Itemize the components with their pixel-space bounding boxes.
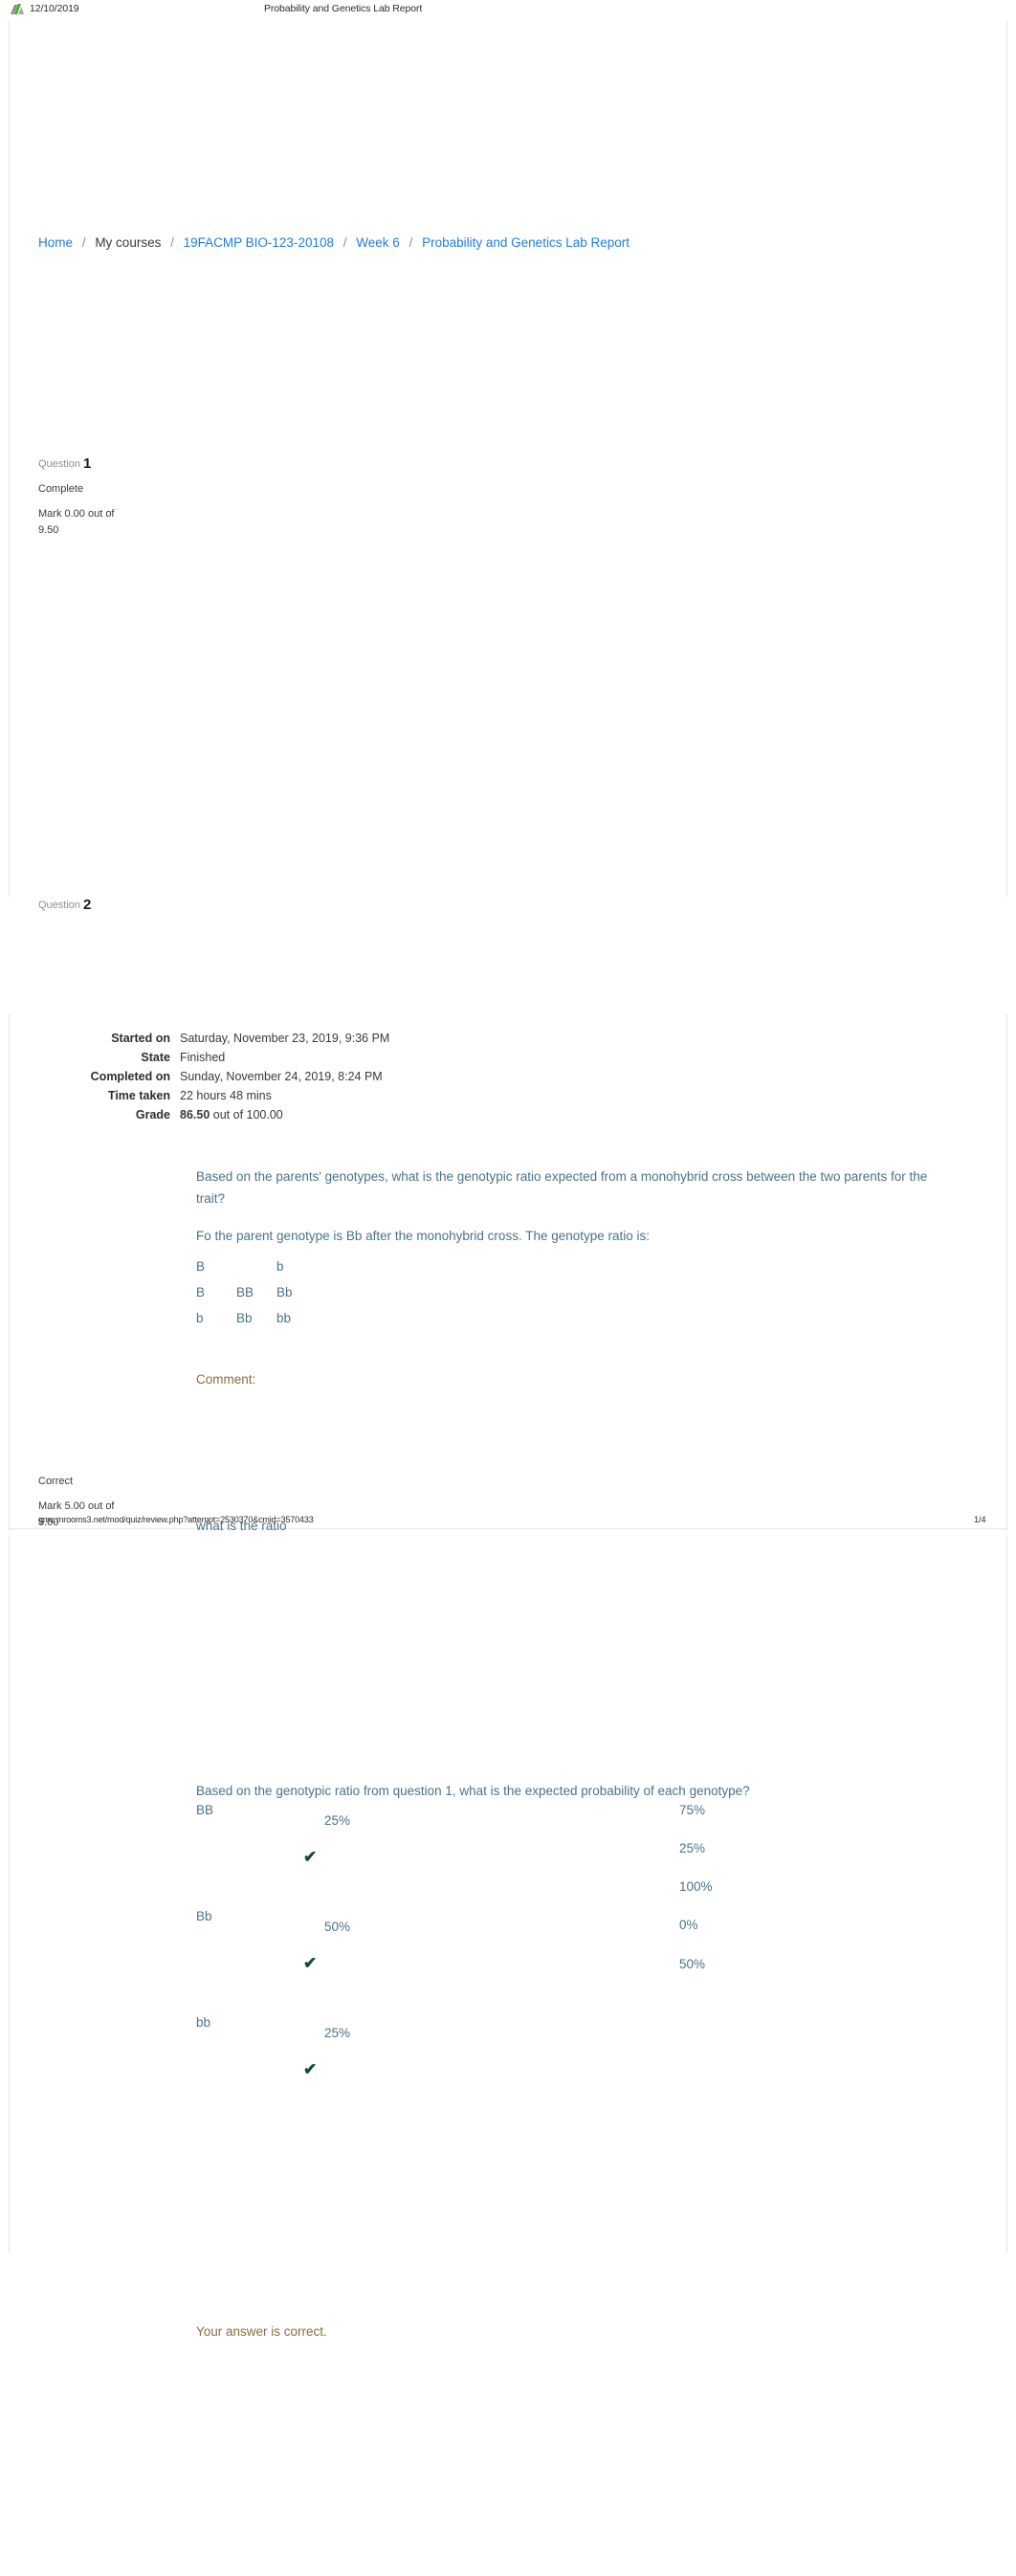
punnett-cell: BB [236,1285,254,1299]
question-2-option-100[interactable]: 100% [679,1876,713,1898]
page-3-right-edge [1006,1536,1007,2254]
punnett-cell: B [196,1285,206,1299]
punnett-row: b Bb bb [196,1305,317,1331]
question-1-comment-label: Comment: [196,1372,256,1387]
punnett-row: B b [196,1254,317,1279]
question-2-answer-row: Bb 50% ✔ [196,1905,732,2011]
print-footer-page-number: 1/4 [974,1515,986,1524]
question-1-answer-intro: Fo the parent genotype is Bb after the m… [196,1229,651,1243]
check-icon: ✔ [303,1848,318,1866]
grade-max: out of 100.00 [212,1108,283,1121]
quiz-summary-label-state: State [141,1051,170,1064]
question-1-state: Complete [38,483,84,495]
breadcrumb-item-week[interactable]: Week 6 [356,235,400,250]
question-2-mark-line1: Mark 5.00 out of [38,1500,115,1512]
breadcrumb: Home / My courses / 19FACMP BIO-123-2010… [38,234,629,252]
punnett-cell: b [196,1311,204,1325]
quiz-summary-value-grade: 86.50 out of 100.00 [180,1105,283,1124]
breadcrumb-separator: / [342,235,347,250]
breadcrumb-item-course[interactable]: 19FACMP BIO-123-20108 [184,235,334,250]
question-1-mark-line1: Mark 0.00 out of [38,508,115,520]
punnett-cell: Bb [236,1311,253,1325]
question-2-answer-row: bb 25% ✔ [196,2011,732,2118]
question-2-number: Question 2 [38,897,182,914]
question-2-option-75[interactable]: 75% [679,1799,705,1821]
quiz-summary-row: Started on Saturday, November 23, 2019, … [57,1029,459,1048]
breadcrumb-item-my-courses[interactable]: My courses [95,235,161,250]
quiz-summary-row: State Finished [57,1048,459,1067]
question-2-option-50[interactable]: 50% [679,1953,705,1975]
quiz-summary-label-started-on: Started on [111,1032,170,1045]
quiz-summary-label-completed-on: Completed on [90,1070,170,1083]
punnett-cell: Bb [276,1285,293,1299]
punnett-square: B b B BB Bb b Bb bb [196,1254,317,1331]
print-header-date: 12/10/2019 [30,3,79,14]
quiz-summary-label-grade: Grade [135,1108,170,1121]
quiz-summary-value-started-on: Saturday, November 23, 2019, 9:36 PM [180,1032,390,1045]
quiz-summary-value-state: Finished [180,1051,226,1064]
punnett-cell: B [196,1259,206,1274]
check-icon: ✔ [303,1954,318,1972]
breadcrumb-item-activity[interactable]: Probability and Genetics Lab Report [422,235,629,250]
question-2-genotype-label-bb-rec: bb [196,2015,211,2030]
print-header-title: Probability and Genetics Lab Report [264,3,423,14]
question-2-option-25a[interactable]: 25% [679,1837,705,1859]
question-2-number-value: 2 [83,897,92,913]
page-3-left-edge [9,1536,10,2254]
print-header: 12/10/2019 Probability and Genetics Lab … [0,0,1016,21]
question-2-selected-value-bb-rec[interactable]: 25% [324,2022,350,2044]
question-1-mark: Mark 0.00 out of 9.50 [38,506,182,539]
question-2-option-0[interactable]: 0% [679,1914,698,1936]
breadcrumb-separator: / [409,235,413,250]
page-2-left-edge [9,1014,10,1531]
punnett-cell: bb [276,1311,292,1325]
question-1-number: Question 1 [38,455,182,473]
question-2-genotype-label-bb-het: Bb [196,1909,212,1923]
quiz-summary-table: Started on Saturday, November 23, 2019, … [57,1029,459,1124]
quiz-summary-row-grade: Grade 86.50 out of 100.00 [57,1105,459,1124]
question-1-number-label: Question [38,458,81,470]
punnett-cell: b [276,1259,284,1274]
moodle-logo-icon [10,3,25,16]
punnett-row: B BB Bb [196,1279,317,1305]
quiz-summary-label-time-taken: Time taken [107,1089,170,1102]
question-1-stem: Based on the parents' genotypes, what is… [196,1169,928,1206]
question-2-answer-rows: BB 25% ✔ Bb 50% ✔ bb 25% ✔ [196,1799,732,2118]
breadcrumb-separator: / [81,235,86,250]
question-1-overflow-text: what is the ratio [196,1519,287,1533]
breadcrumb-separator: / [170,235,174,250]
question-2-number-label: Question [38,899,81,911]
question-2-state: Correct [38,1476,74,1487]
page-2-right-edge [1006,1014,1007,1531]
punnett-cell [236,1254,276,1279]
question-1-info: Question 1 Complete Mark 0.00 out of 9.50 [38,455,182,539]
breadcrumb-item-home[interactable]: Home [38,235,73,250]
question-2-genotype-label-bb-dom: BB [196,1803,214,1817]
question-2-selected-value-bb-het[interactable]: 50% [324,1916,350,1938]
print-footer: gmc.mrooms3.net/mod/quiz/review.php?atte… [0,1515,1016,1532]
question-2-answer-row: BB 25% ✔ [196,1799,732,1905]
quiz-summary-row: Time taken 22 hours 48 mins [57,1086,459,1105]
question-2-feedback: Your answer is correct. [196,2324,327,2339]
quiz-summary-value-time-taken: 22 hours 48 mins [180,1089,272,1102]
question-2-selected-value-bb-dom[interactable]: 25% [324,1810,350,1832]
question-2-info-top: Question 2 [38,897,182,914]
page-1-right-edge [1006,21,1007,897]
question-1-mark-line2: 9.50 [38,524,59,536]
page-1-left-edge [9,21,10,897]
grade-score: 86.50 [180,1108,210,1121]
question-1-number-value: 1 [83,455,92,472]
quiz-summary-row: Completed on Sunday, November 24, 2019, … [57,1067,459,1086]
quiz-summary-value-completed-on: Sunday, November 24, 2019, 8:24 PM [180,1070,383,1083]
check-icon: ✔ [303,2060,318,2078]
